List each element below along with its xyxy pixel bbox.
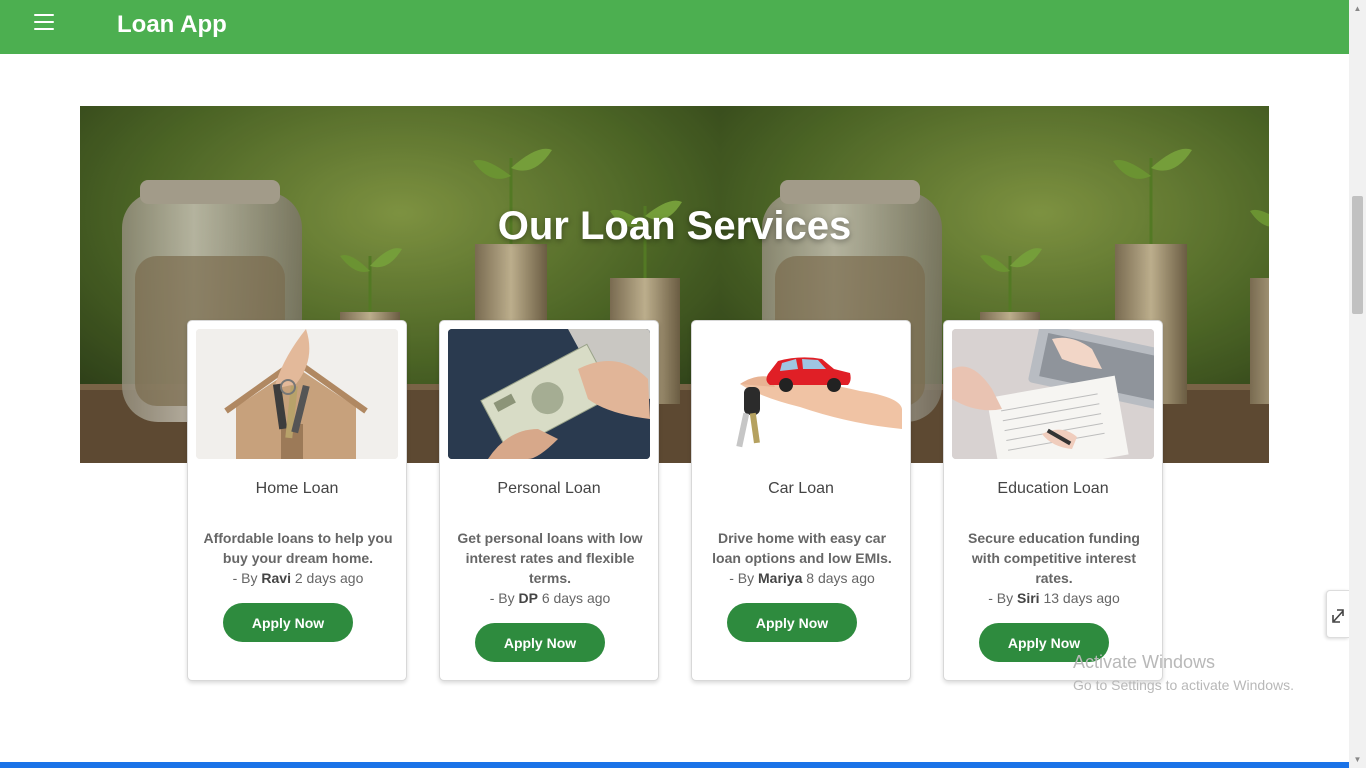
watermark-subtitle: Go to Settings to activate Windows. (1073, 677, 1294, 693)
card-description-text: Drive home with easy car loan options an… (712, 530, 892, 566)
scrollbar-thumb[interactable] (1352, 196, 1363, 314)
card-time: 8 days ago (806, 570, 875, 586)
apply-now-button[interactable]: Apply Now (475, 623, 605, 662)
by-prefix: - By (988, 590, 1014, 606)
card-description: Affordable loans to help you buy your dr… (202, 528, 394, 588)
loan-card-car: Car Loan Drive home with easy car loan o… (691, 320, 911, 681)
card-author: DP (518, 590, 538, 606)
card-author: Ravi (261, 570, 291, 586)
loan-card-personal: Personal Loan Get personal loans with lo… (439, 320, 659, 681)
toy-car-keys-photo (700, 329, 902, 459)
card-description-text: Secure education funding with competitiv… (968, 530, 1140, 586)
card-author: Mariya (758, 570, 803, 586)
card-title: Education Loan (997, 480, 1109, 497)
apply-now-button[interactable]: Apply Now (223, 603, 353, 642)
activate-windows-watermark: Activate Windows Go to Settings to activ… (1073, 652, 1294, 693)
card-title: Car Loan (768, 480, 834, 497)
by-prefix: - By (232, 570, 258, 586)
app-title[interactable]: Loan App (117, 11, 227, 39)
card-meta: - By DP 6 days ago (490, 590, 611, 606)
card-description-text: Affordable loans to help you buy your dr… (203, 530, 393, 566)
side-floating-tab[interactable] (1326, 590, 1349, 638)
by-prefix: - By (489, 590, 515, 606)
card-meta: - By Mariya 8 days ago (729, 570, 875, 586)
card-description-text: Get personal loans with low interest rat… (457, 530, 643, 586)
top-navbar: Loan App (0, 0, 1349, 54)
house-keys-photo (196, 329, 398, 459)
laptop-paperwork-photo (952, 329, 1154, 459)
loan-card-home: Home Loan Affordable loans to help you b… (187, 320, 407, 681)
card-description: Drive home with easy car loan options an… (706, 528, 898, 588)
watermark-title: Activate Windows (1073, 652, 1216, 672)
apply-now-button[interactable]: Apply Now (727, 603, 857, 642)
by-prefix: - By (729, 570, 755, 586)
scroll-down-arrow-icon[interactable]: ▼ (1349, 751, 1366, 768)
resize-arrow-icon (1332, 609, 1344, 623)
card-author: Siri (1017, 590, 1040, 606)
card-title: Home Loan (255, 480, 339, 497)
card-meta: - By Siri 13 days ago (988, 590, 1120, 606)
card-description: Secure education funding with competitiv… (958, 528, 1150, 608)
section-title: Our Loan Services (497, 204, 852, 248)
hamburger-menu-icon[interactable] (34, 14, 54, 32)
bottom-accent-bar (0, 762, 1349, 768)
card-time: 2 days ago (294, 570, 364, 586)
cash-handover-photo (448, 329, 650, 459)
vertical-scrollbar[interactable]: ▲ ▼ (1349, 0, 1366, 768)
card-title: Personal Loan (497, 480, 601, 497)
loan-card-education: Education Loan Secure education funding … (943, 320, 1163, 681)
card-time: 6 days ago (541, 590, 611, 606)
card-description: Get personal loans with low interest rat… (454, 528, 646, 608)
card-time: 13 days ago (1043, 590, 1120, 606)
scroll-up-arrow-icon[interactable]: ▲ (1349, 0, 1366, 17)
card-meta: - By Ravi 2 days ago (233, 570, 364, 586)
